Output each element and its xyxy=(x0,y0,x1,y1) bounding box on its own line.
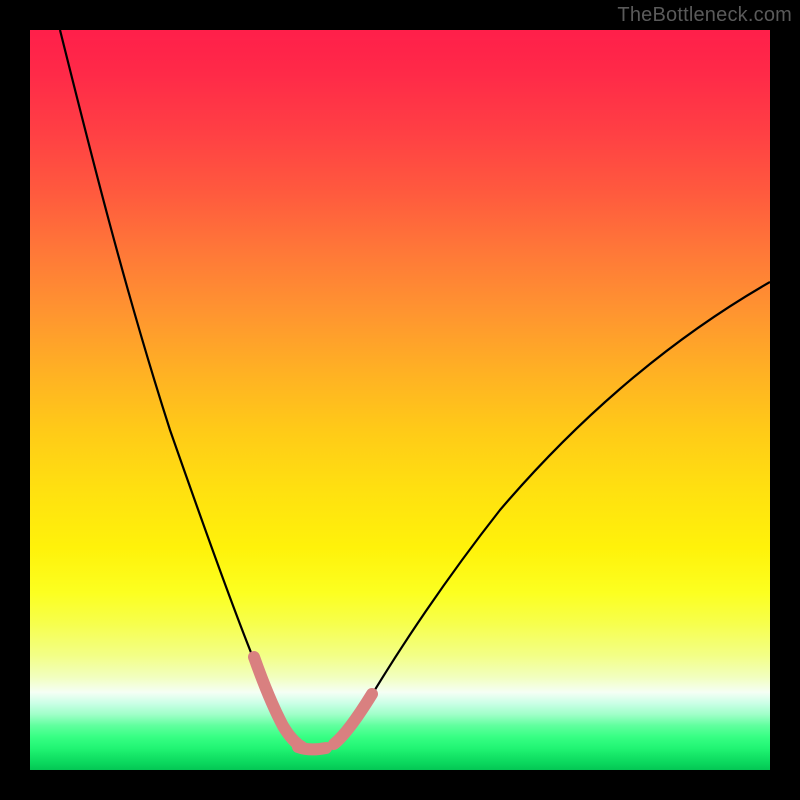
highlight-left-descent xyxy=(254,657,302,747)
curve-svg xyxy=(30,30,770,770)
bottleneck-curve xyxy=(60,30,770,749)
highlight-right-ascent xyxy=(334,694,372,744)
chart-frame: TheBottleneck.com xyxy=(0,0,800,800)
plot-area xyxy=(30,30,770,770)
watermark-text: TheBottleneck.com xyxy=(617,4,792,27)
highlight-bottom-flat xyxy=(298,747,326,749)
